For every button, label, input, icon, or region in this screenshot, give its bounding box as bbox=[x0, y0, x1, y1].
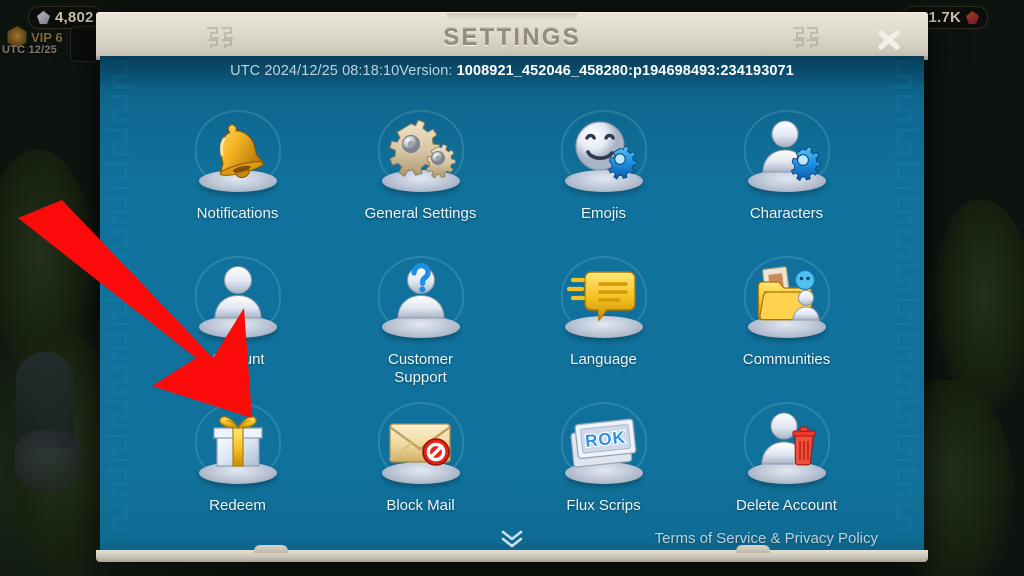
icon-frame bbox=[373, 106, 469, 198]
person-question-icon bbox=[384, 260, 458, 334]
settings-item-label: General Settings bbox=[364, 205, 477, 222]
settings-item-label: Language bbox=[570, 351, 637, 368]
folder-person-icon bbox=[750, 260, 824, 334]
settings-item-label: Delete Account bbox=[736, 497, 837, 514]
settings-item-label: Flux Scrips bbox=[566, 497, 641, 514]
settings-item-delete-account[interactable]: Delete Account bbox=[695, 390, 878, 536]
settings-grid: Notifications General Settings Emojis Ch… bbox=[146, 98, 878, 536]
settings-item-label: Characters bbox=[749, 205, 824, 222]
dialog-foot-nub bbox=[736, 545, 770, 553]
rok-card-icon: ROK bbox=[567, 406, 641, 480]
smiley-gear-icon bbox=[567, 114, 641, 188]
greek-key-ornament-icon bbox=[790, 25, 820, 51]
icon-frame bbox=[739, 106, 835, 198]
dialog-foot-nub bbox=[254, 545, 288, 553]
chevron-double-down-icon[interactable] bbox=[499, 528, 525, 548]
settings-item-emojis[interactable]: Emojis bbox=[512, 98, 695, 244]
settings-item-label: Block Mail bbox=[386, 497, 455, 514]
close-icon[interactable] bbox=[872, 25, 906, 55]
settings-item-label: Emojis bbox=[580, 205, 626, 222]
gift-box-icon bbox=[201, 406, 275, 480]
dialog-bottom-bar bbox=[96, 550, 928, 562]
gears-icon bbox=[384, 114, 458, 188]
icon-frame bbox=[190, 398, 286, 490]
settings-item-notifications[interactable]: Notifications bbox=[146, 98, 329, 244]
settings-item-label: Customer Support bbox=[387, 351, 454, 386]
settings-item-block-mail[interactable]: Block Mail bbox=[329, 390, 512, 536]
envelope-block-icon bbox=[384, 406, 458, 480]
icon-frame bbox=[373, 398, 469, 490]
dialog-body: UTC 2024/12/25 08:18:10Version: 1008921_… bbox=[100, 56, 924, 556]
settings-item-general-settings[interactable]: General Settings bbox=[329, 98, 512, 244]
background-stone bbox=[14, 430, 84, 490]
settings-item-customer-support[interactable]: Customer Support bbox=[329, 244, 512, 390]
bell-icon bbox=[201, 114, 275, 188]
settings-item-redeem[interactable]: Redeem bbox=[146, 390, 329, 536]
dialog-titlebar: SETTINGS bbox=[96, 12, 928, 60]
version-prefix: UTC 2024/12/25 08:18:10Version: bbox=[230, 63, 457, 79]
icon-frame bbox=[373, 252, 469, 344]
version-value: 1008921_452046_458280:p194698493:2341930… bbox=[456, 63, 794, 79]
screen-root: 4,802 121.7K VIP 6 UTC 12/25 SETTINGS UT… bbox=[0, 0, 1024, 576]
settings-item-account[interactable]: Account bbox=[146, 244, 329, 390]
person-gear-icon bbox=[750, 114, 824, 188]
person-trash-icon bbox=[750, 406, 824, 480]
icon-frame: ROK bbox=[556, 398, 652, 490]
side-border-pattern-icon bbox=[890, 56, 924, 556]
settings-item-flux-scrips[interactable]: ROK Flux Scrips bbox=[512, 390, 695, 536]
version-bar: UTC 2024/12/25 08:18:10Version: 1008921_… bbox=[100, 56, 924, 86]
settings-item-language[interactable]: Language bbox=[512, 244, 695, 390]
settings-item-label: Redeem bbox=[209, 497, 266, 514]
speech-bubble-icon bbox=[566, 260, 641, 334]
settings-item-label: Communities bbox=[742, 351, 831, 368]
icon-frame bbox=[739, 252, 835, 344]
terms-link[interactable]: Terms of Service & Privacy Policy bbox=[655, 530, 878, 547]
icon-frame bbox=[556, 252, 652, 344]
icon-frame bbox=[190, 252, 286, 344]
settings-item-communities[interactable]: Communities bbox=[695, 244, 878, 390]
icon-frame bbox=[739, 398, 835, 490]
person-icon bbox=[201, 260, 275, 334]
background-foliage bbox=[934, 200, 1024, 410]
icon-frame bbox=[190, 106, 286, 198]
settings-dialog: SETTINGS UTC 2024/12/25 08:18:10Version:… bbox=[96, 12, 928, 562]
titlebar-notch bbox=[447, 13, 577, 20]
settings-item-label: Account bbox=[210, 351, 265, 368]
settings-item-characters[interactable]: Characters bbox=[695, 98, 878, 244]
side-border-pattern-icon bbox=[100, 56, 134, 556]
settings-item-label: Notifications bbox=[196, 205, 279, 222]
version-text: UTC 2024/12/25 08:18:10Version: 1008921_… bbox=[230, 63, 794, 79]
icon-frame bbox=[556, 106, 652, 198]
